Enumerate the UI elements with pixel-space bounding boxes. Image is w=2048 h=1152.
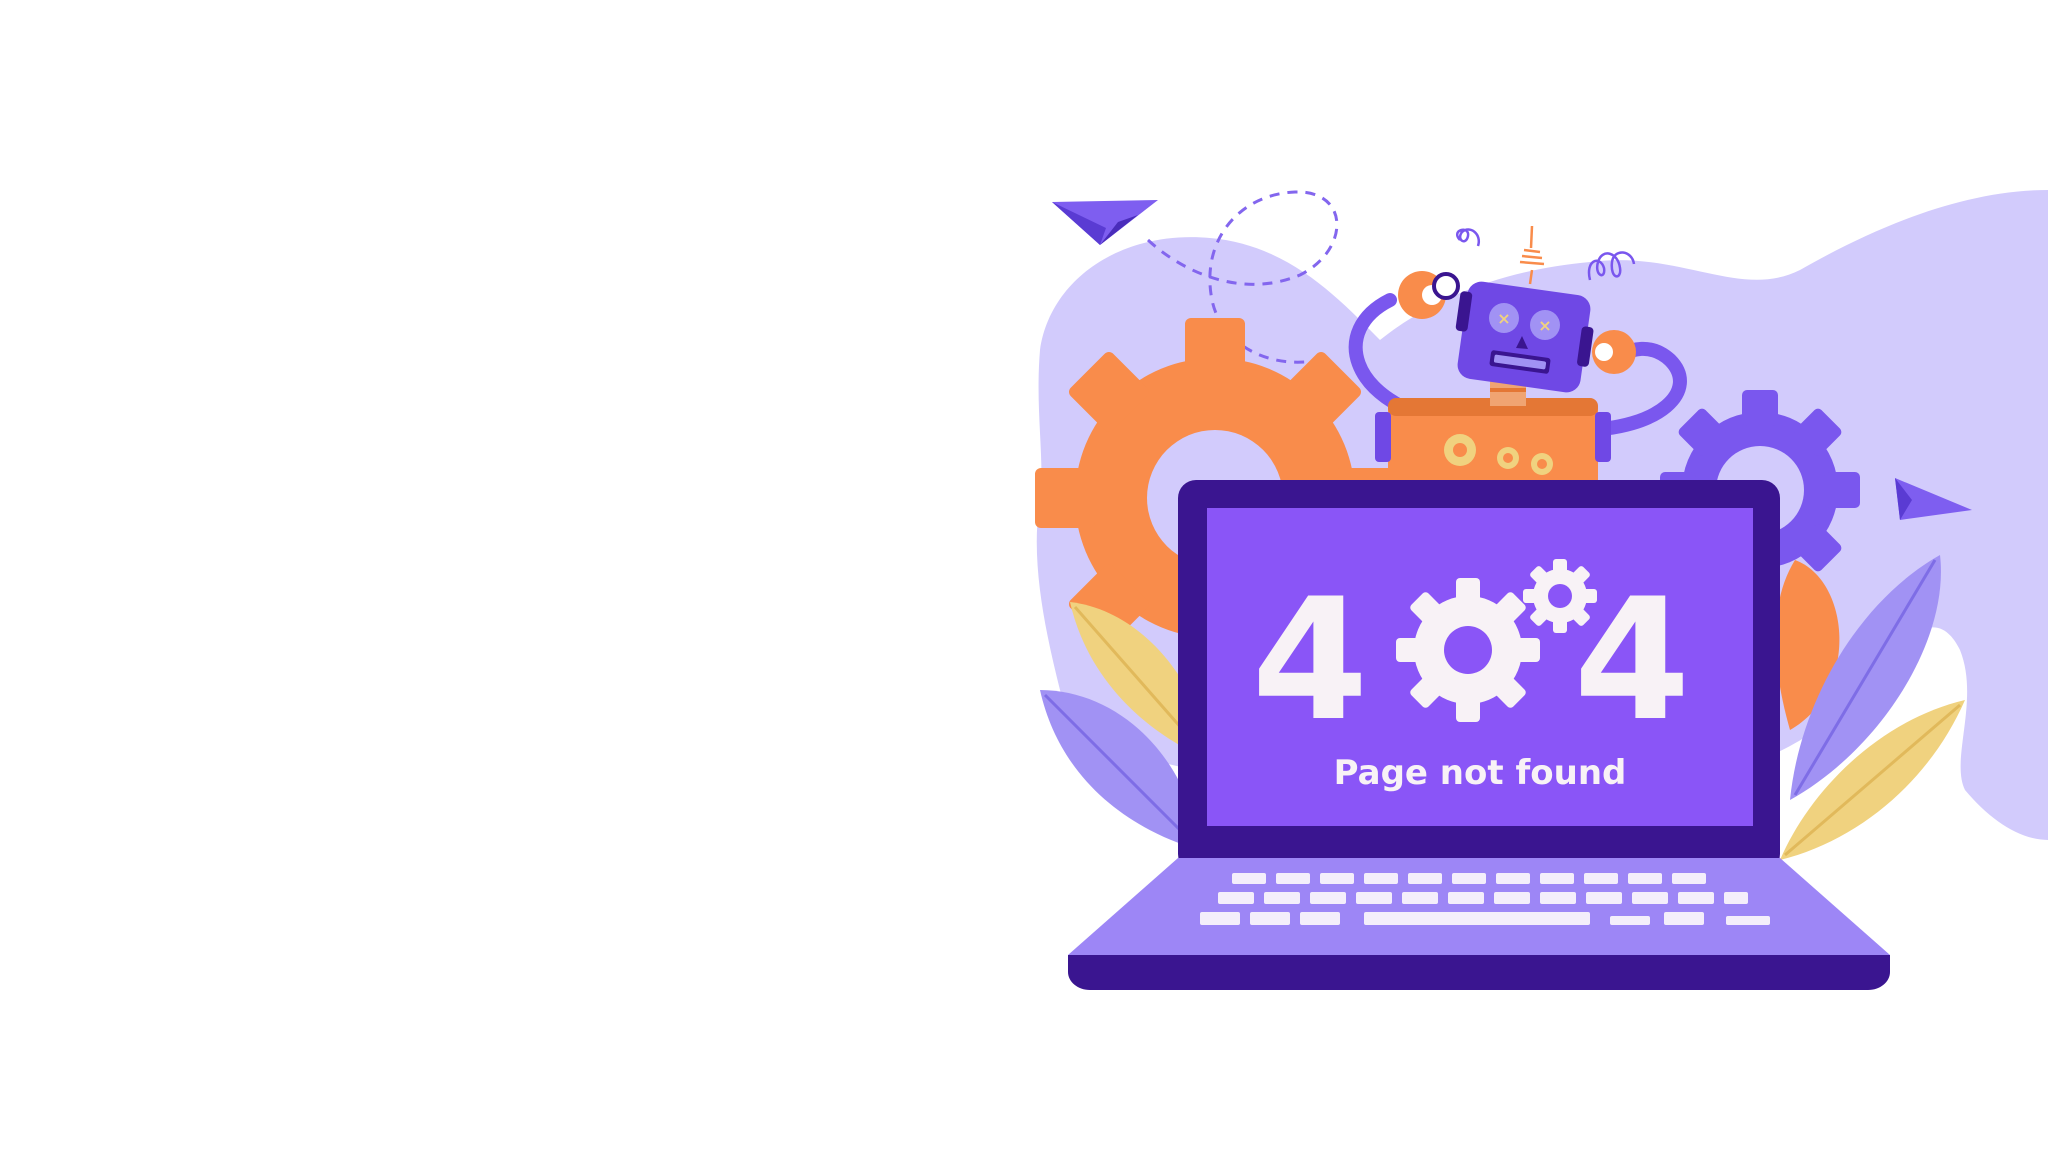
error-message: Page not found [1334, 753, 1627, 793]
error-page: × × 4 4 Page not found [0, 0, 2048, 1152]
svg-text:×: × [1538, 316, 1551, 335]
error-code-last-digit: 4 [1574, 562, 1691, 758]
error-code-first-digit: 4 [1252, 562, 1369, 758]
laptop-icon [1068, 480, 1890, 990]
illustration-canvas: × × 4 4 Page not found [1035, 190, 2048, 990]
error-illustration: × × 4 4 Page not found [0, 0, 2048, 1152]
gear-icon [1396, 578, 1540, 722]
svg-text:×: × [1497, 309, 1510, 328]
paper-plane-icon [1052, 200, 1158, 245]
keyboard-deck [1068, 858, 1890, 955]
